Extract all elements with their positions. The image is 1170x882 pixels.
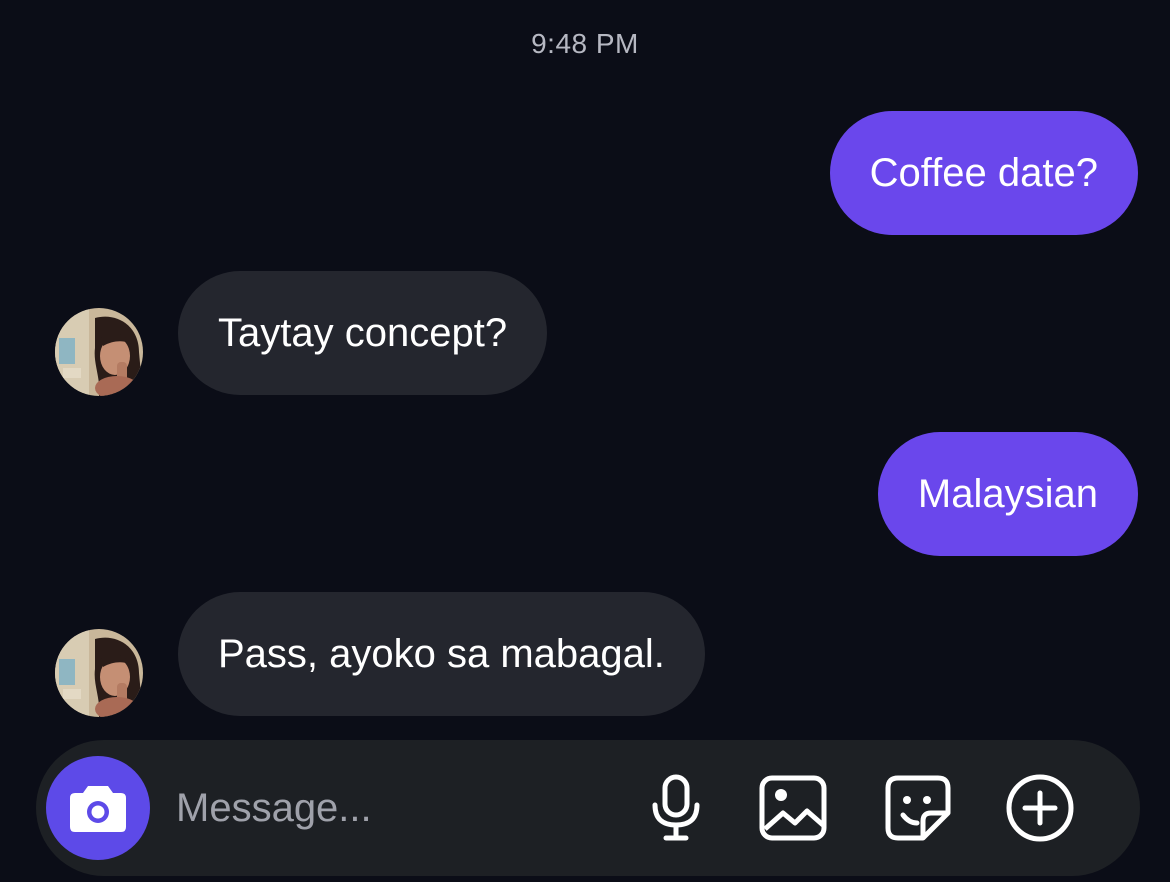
message-input[interactable] <box>176 778 606 838</box>
message-text: Taytay concept? <box>218 310 508 355</box>
sticker-button[interactable] <box>882 772 954 844</box>
sent-message-bubble[interactable]: Malaysian <box>877 432 1138 556</box>
contact-avatar[interactable] <box>55 629 143 717</box>
contact-avatar[interactable] <box>55 308 143 396</box>
message-timestamp: 9:48 PM <box>531 28 639 59</box>
received-message-bubble[interactable]: Pass, ayoko sa mabagal. <box>178 592 705 716</box>
voice-message-button[interactable] <box>640 772 712 844</box>
chat-screen: 9:48 PM Coffee date? Taytay concept? Mal… <box>0 0 1170 882</box>
sent-message-bubble[interactable]: Coffee date? <box>829 111 1138 235</box>
message-text: Malaysian <box>917 471 1098 516</box>
add-icon <box>1006 774 1074 842</box>
gallery-button[interactable] <box>757 772 829 844</box>
message-composer <box>36 740 1140 876</box>
add-button[interactable] <box>1004 772 1076 844</box>
avatar-photo-icon <box>55 308 143 396</box>
camera-button[interactable] <box>46 756 150 860</box>
gallery-icon <box>759 775 827 841</box>
microphone-icon <box>652 774 700 841</box>
camera-icon <box>70 786 126 832</box>
received-message-bubble[interactable]: Taytay concept? <box>178 271 548 395</box>
sticker-icon <box>885 775 951 841</box>
message-text: Pass, ayoko sa mabagal. <box>218 631 665 676</box>
message-text: Coffee date? <box>869 150 1098 195</box>
avatar-photo-icon <box>55 629 143 717</box>
